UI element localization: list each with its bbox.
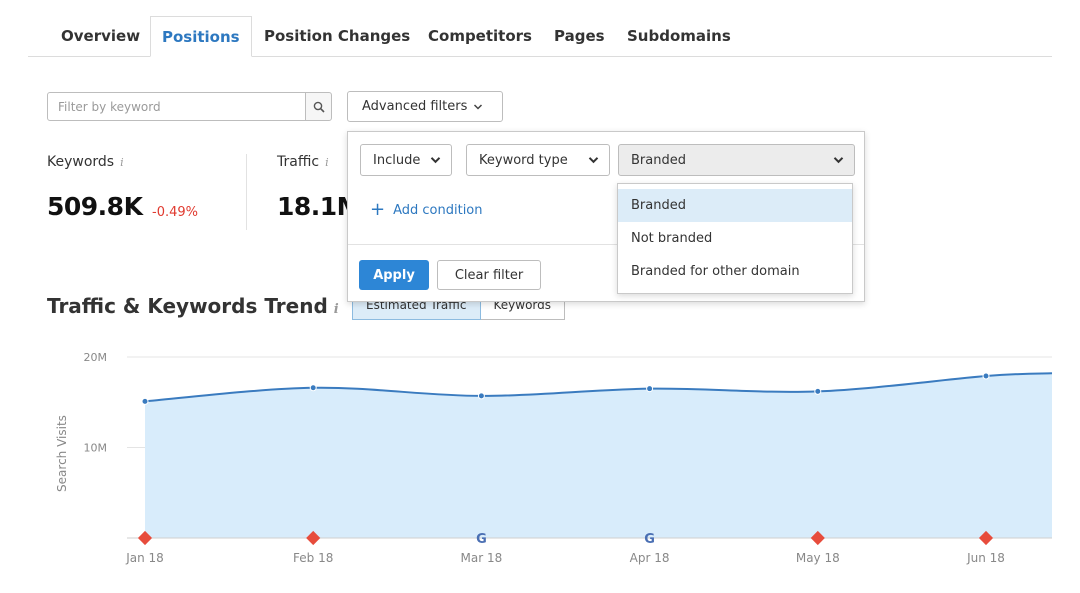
advanced-filters-label: Advanced filters (362, 99, 468, 114)
tab-competitors[interactable]: Competitors (428, 16, 532, 56)
y-axis-label: Search Visits (55, 415, 69, 492)
google-update-icon: G (644, 532, 655, 547)
google-update-icon: G (476, 532, 487, 547)
x-tick-label: May 18 (796, 551, 840, 565)
chevron-down-icon (588, 157, 599, 164)
apply-button[interactable]: Apply (359, 260, 429, 290)
data-point (814, 387, 822, 395)
branded-select-value: Branded (631, 152, 686, 168)
y-tick-label: 20M (84, 351, 108, 364)
keyword-type-label: Keyword type (479, 152, 568, 168)
tab-positions[interactable]: Positions (150, 16, 252, 57)
trend-title: Traffic & Keywords Trend i (47, 294, 339, 318)
include-select[interactable]: Include (360, 144, 452, 176)
search-button[interactable] (305, 92, 332, 121)
trend-title-text: Traffic & Keywords Trend (47, 294, 328, 318)
option-branded[interactable]: Branded (618, 189, 852, 222)
info-icon[interactable]: i (325, 156, 329, 169)
keywords-value: 509.8K (47, 192, 143, 221)
chevron-down-icon (474, 103, 483, 110)
data-point (477, 392, 485, 400)
x-tick-label: Apr 18 (630, 551, 670, 565)
traffic-trend-chart: 10M 20M Search Visits Jan 18 Feb 18 Mar 18 G Ap… (55, 351, 1053, 565)
report-tabs: Overview Positions Position Changes Comp… (28, 16, 1052, 57)
keywords-label-text: Keywords (47, 154, 115, 170)
add-condition-label: Add condition (393, 202, 483, 218)
tab-subdomains[interactable]: Subdomains (627, 16, 731, 56)
search-icon (313, 101, 325, 113)
include-label: Include (373, 152, 421, 168)
tab-pages[interactable]: Pages (554, 16, 605, 56)
data-point (982, 372, 990, 380)
advanced-filters-button[interactable]: Advanced filters (347, 91, 503, 122)
x-tick-label: Jan 18 (125, 551, 164, 565)
branded-select[interactable]: Branded (618, 144, 855, 176)
clear-filter-button[interactable]: Clear filter (437, 260, 541, 290)
x-tick-label: Feb 18 (293, 551, 333, 565)
tab-overview[interactable]: Overview (61, 16, 140, 56)
keywords-label: Keywords i (47, 154, 124, 170)
y-tick-label: 10M (84, 442, 108, 455)
traffic-label: Traffic i (277, 154, 329, 170)
data-point (309, 384, 317, 392)
plus-icon: + (370, 199, 386, 220)
option-not-branded[interactable]: Not branded (618, 222, 852, 255)
keywords-delta: -0.49% (152, 205, 198, 220)
tab-position-changes[interactable]: Position Changes (264, 16, 410, 56)
chevron-down-icon (430, 157, 441, 164)
data-point (141, 397, 149, 405)
info-icon[interactable]: i (120, 156, 124, 169)
x-tick-label: Mar 18 (461, 551, 503, 565)
chevron-down-icon (833, 157, 844, 164)
keyword-type-select[interactable]: Keyword type (466, 144, 610, 176)
branded-options-list: Branded Not branded Branded for other do… (617, 183, 853, 294)
traffic-area (145, 373, 1052, 538)
add-condition-link[interactable]: + Add condition (370, 201, 483, 219)
option-branded-other-domain[interactable]: Branded for other domain (618, 255, 852, 288)
summary-divider (246, 154, 247, 230)
x-tick-label: Jun 18 (966, 551, 1005, 565)
info-icon[interactable]: i (334, 302, 339, 317)
traffic-label-text: Traffic (277, 154, 320, 170)
keyword-filter-input[interactable] (47, 92, 306, 121)
data-point (646, 385, 654, 393)
